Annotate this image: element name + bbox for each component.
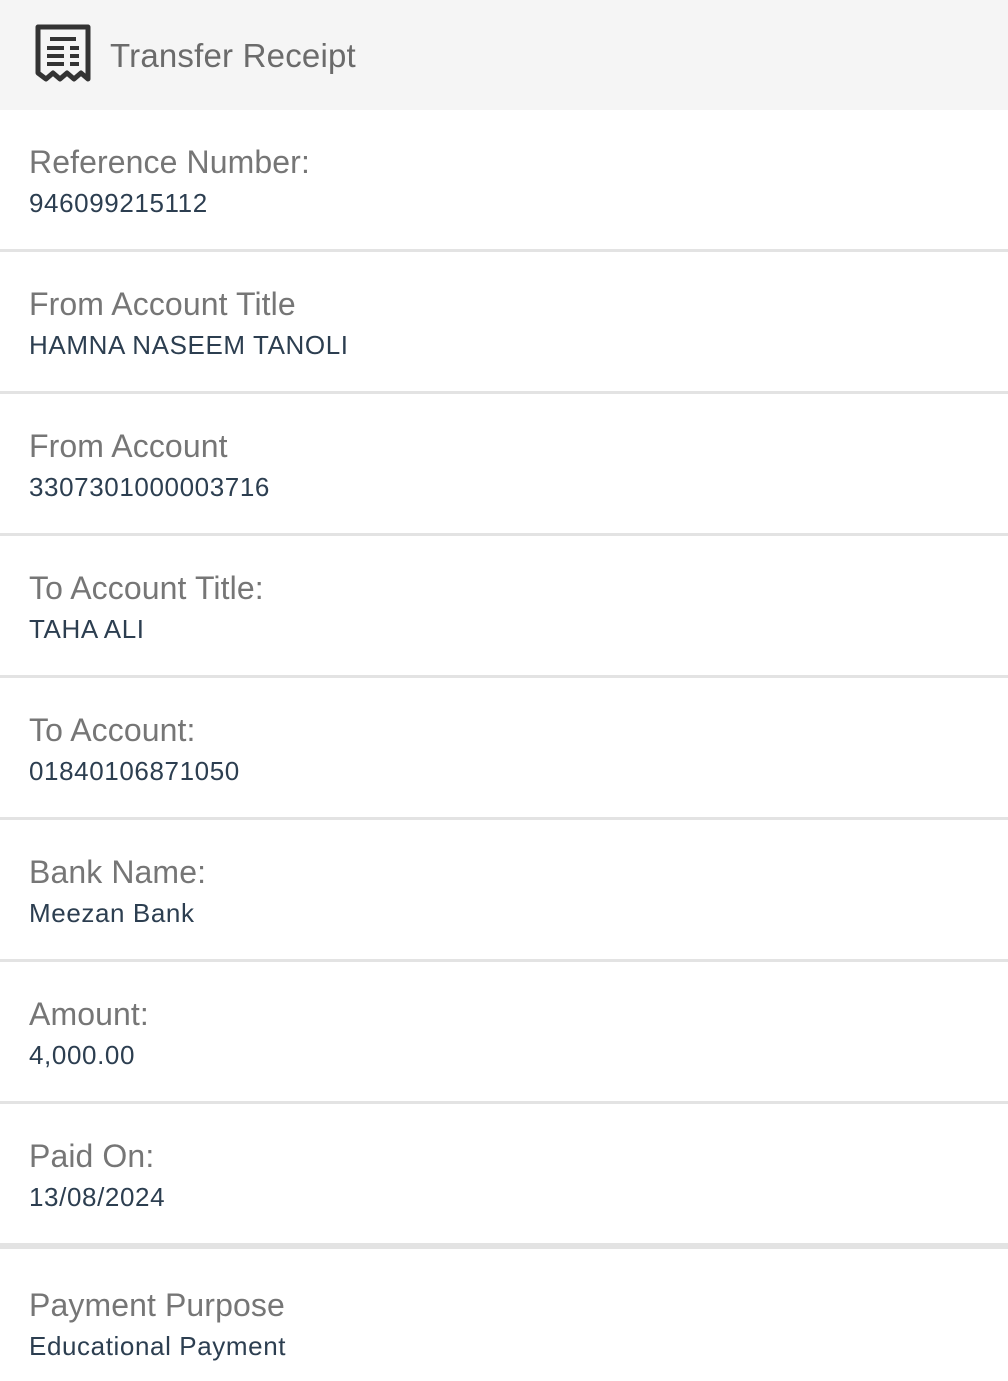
from-account-value: 3307301000003716: [29, 472, 270, 502]
field-label: Reference Number:: [29, 144, 310, 180]
to-account-title-value: TAHA ALI: [29, 614, 145, 644]
from-account-title-row: From Account Title HAMNA NASEEM TANOLI: [0, 252, 1008, 394]
from-account-title-value: HAMNA NASEEM TANOLI: [29, 330, 349, 360]
to-account-title-row: To Account Title: TAHA ALI: [0, 536, 1008, 678]
field-label: To Account Title:: [29, 570, 264, 606]
receipt-details: Reference Number: 946099215112 From Acco…: [0, 110, 1008, 1381]
to-account-value: 01840106871050: [29, 756, 240, 786]
field-label: From Account Title: [29, 286, 296, 322]
bank-name-row: Bank Name: Meezan Bank: [0, 820, 1008, 962]
from-account-row: From Account 3307301000003716: [0, 394, 1008, 536]
field-label: Amount:: [29, 996, 149, 1032]
payment-purpose-row: Payment Purpose Educational Payment: [0, 1243, 1008, 1381]
amount-row: Amount: 4,000.00: [0, 962, 1008, 1104]
page-title: Transfer Receipt: [110, 37, 356, 74]
reference-number-row: Reference Number: 946099215112: [0, 110, 1008, 252]
field-label: Payment Purpose: [29, 1287, 285, 1323]
amount-value: 4,000.00: [29, 1040, 136, 1070]
receipt-icon: [34, 23, 92, 87]
receipt-header: Transfer Receipt: [0, 0, 1008, 110]
bank-name-value: Meezan Bank: [29, 898, 195, 928]
field-label: Paid On:: [29, 1138, 155, 1174]
paid-on-value: 13/08/2024: [29, 1182, 166, 1212]
paid-on-row: Paid On: 13/08/2024: [0, 1104, 1008, 1243]
payment-purpose-value: Educational Payment: [29, 1331, 287, 1361]
field-label: Bank Name:: [29, 854, 207, 890]
to-account-row: To Account: 01840106871050: [0, 678, 1008, 820]
field-label: To Account:: [29, 712, 196, 748]
reference-number-value: 946099215112: [29, 188, 208, 218]
field-label: From Account: [29, 428, 228, 464]
